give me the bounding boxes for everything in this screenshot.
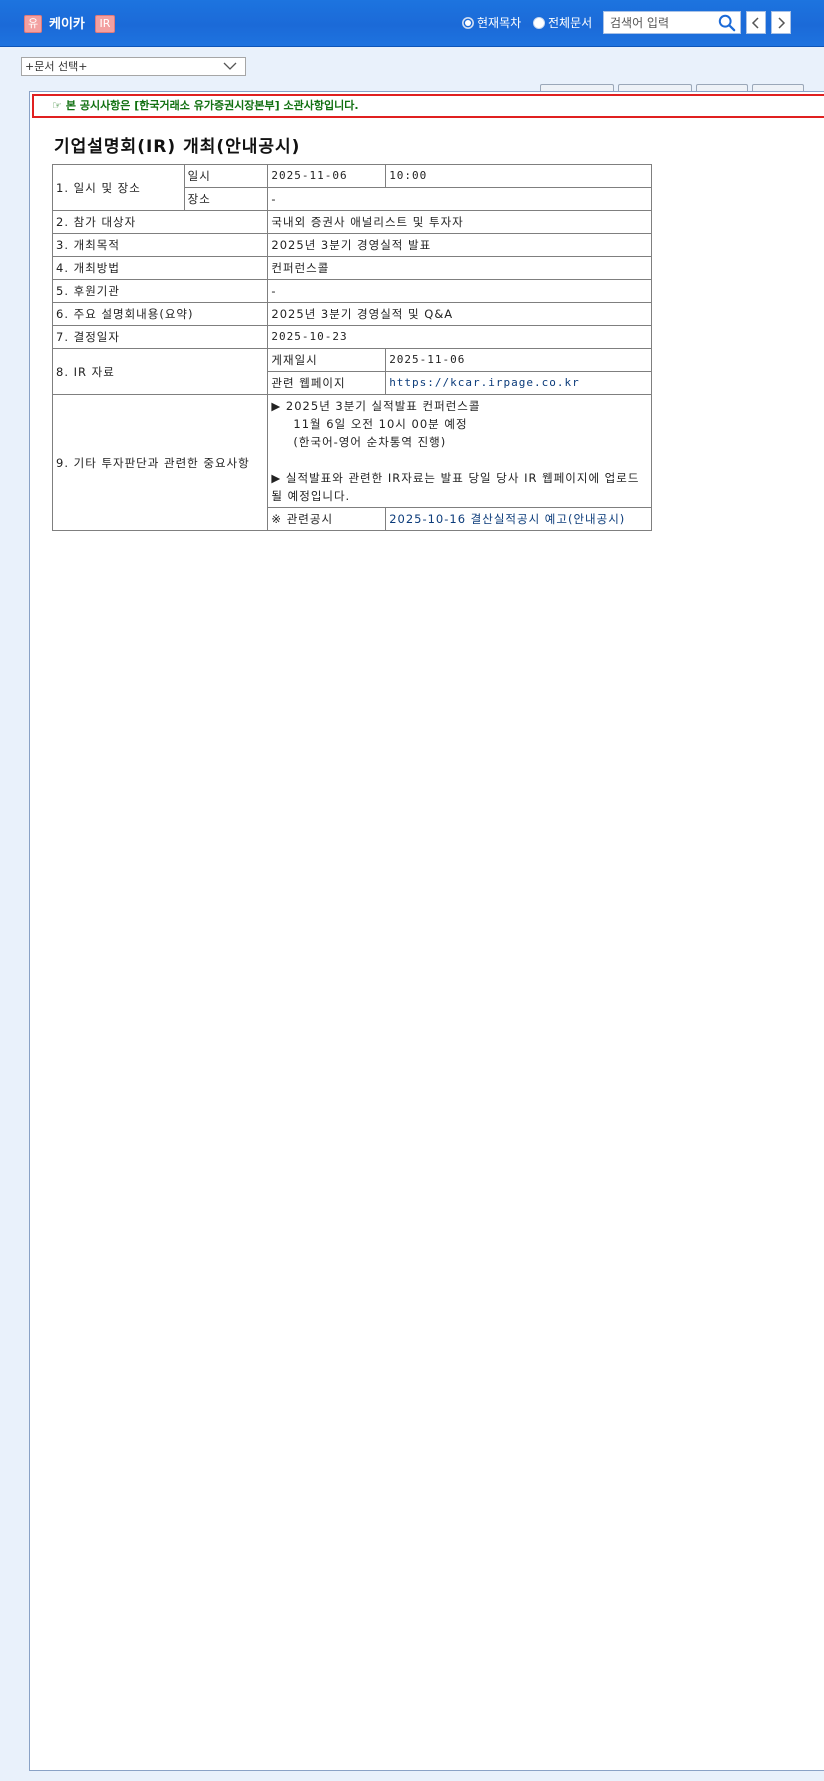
other-line-2: 11월 6일 오전 10시 00분 예정: [293, 417, 468, 431]
search-input[interactable]: [604, 12, 726, 33]
notice-banner: ☞ 본 공시사항은 [한국거래소 유가증권시장본부] 소관사항입니다.: [32, 94, 824, 118]
pointing-hand-icon: ☞: [52, 99, 62, 112]
radio-current-toc[interactable]: 현재목차: [462, 14, 521, 31]
table-row: 1. 일시 및 장소 일시 2025-11-06 10:00: [52, 164, 652, 211]
table-row: 4. 개최방법 컨퍼런스콜: [51, 256, 652, 280]
row-label-schedule: 1. 일시 및 장소: [52, 164, 185, 211]
search-box: [603, 11, 741, 34]
method-value: 컨퍼런스콜: [267, 256, 652, 280]
chevron-down-icon: [223, 62, 237, 70]
row-label-summary: 6. 주요 설명회내용(요약): [51, 302, 269, 326]
related-disclosure-link[interactable]: 2025-10-16 결산실적공시 예고(안내공시): [385, 507, 652, 531]
table-row: 6. 주요 설명회내용(요약) 2025년 3분기 경영실적 및 Q&A: [51, 302, 652, 326]
radio-current-label: 현재목차: [477, 16, 522, 30]
badge-listed-icon: 유: [24, 15, 42, 33]
row-label-method: 4. 개최방법: [51, 256, 269, 280]
doc-select-value: +문서 선택+: [25, 60, 88, 73]
disclosure-table: 1. 일시 및 장소 일시 2025-11-06 10:00 장소 - 2. 참…: [51, 164, 652, 531]
badge-ir-icon: IR: [95, 15, 115, 33]
radio-unchecked-icon[interactable]: [533, 16, 545, 29]
sponsor-value: -: [267, 279, 652, 303]
prev-button[interactable]: [746, 11, 766, 34]
chevron-right-icon: [778, 16, 786, 29]
row-label-other-matters: 9. 기타 투자판단과 관련한 중요사항: [51, 394, 269, 531]
sub-label-posting-date: 게재일시: [267, 348, 387, 372]
doc-select-dropdown[interactable]: +문서 선택+: [21, 57, 246, 76]
decision-date-value: 2025-10-23: [267, 325, 652, 349]
sub-label-place: 장소: [183, 187, 269, 211]
other-matters-value: ▶ 2025년 3분기 실적발표 컨퍼런스콜 11월 6일 오전 10시 00분…: [267, 394, 652, 508]
sub-label-webpage: 관련 웹페이지: [267, 371, 387, 395]
notice-text: 본 공시사항은 [한국거래소 유가증권시장본부] 소관사항입니다.: [65, 99, 359, 112]
document-viewer: ☞ 본 공시사항은 [한국거래소 유가증권시장본부] 소관사항입니다. 기업설명회…: [29, 91, 824, 1771]
other-line-1: ▶ 2025년 3분기 실적발표 컨퍼런스콜: [271, 399, 481, 413]
participants-value: 국내외 증권사 애널리스트 및 투자자: [267, 210, 652, 234]
next-button[interactable]: [771, 11, 791, 34]
event-place: -: [267, 187, 652, 211]
table-row: 2. 참가 대상자 국내외 증권사 애널리스트 및 투자자: [51, 210, 652, 234]
summary-value: 2025년 3분기 경영실적 및 Q&A: [267, 302, 652, 326]
table-row: 7. 결정일자 2025-10-23: [51, 325, 652, 349]
other-line-3: (한국어-영어 순차통역 진행): [293, 435, 447, 449]
search-icon[interactable]: [718, 14, 736, 32]
top-header: 유 케이카 IR 현재목차 전체문서: [0, 0, 824, 47]
other-line-4: ▶ 실적발표와 관련한 IR자료는 발표 당일 당사 IR 웹페이지에 업로드 …: [271, 471, 640, 503]
document-title: 기업설명회(IR) 개최(안내공시): [54, 137, 301, 157]
posting-date-value: 2025-11-06: [385, 348, 652, 372]
row-label-sponsor: 5. 후원기관: [51, 279, 269, 303]
chevron-left-icon: [751, 16, 759, 29]
sub-label-datetime: 일시: [183, 164, 269, 188]
row-label-participants: 2. 참가 대상자: [51, 210, 269, 234]
radio-checked-icon[interactable]: [462, 16, 474, 29]
radio-all-label: 전체문서: [548, 16, 593, 30]
row-label-ir-materials: 8. IR 자료: [51, 348, 269, 395]
ir-webpage-link[interactable]: https://kcar.irpage.co.kr: [385, 371, 652, 395]
table-row: 9. 기타 투자판단과 관련한 중요사항 ▶ 2025년 3분기 실적발표 컨퍼…: [51, 394, 652, 531]
table-row: 5. 후원기관 -: [51, 279, 652, 303]
radio-all-docs[interactable]: 전체문서: [533, 14, 592, 31]
event-date: 2025-11-06: [267, 164, 387, 188]
event-time: 10:00: [385, 164, 652, 188]
row-label-decision-date: 7. 결정일자: [51, 325, 269, 349]
row-label-purpose: 3. 개최목적: [51, 233, 269, 257]
purpose-value: 2025년 3분기 경영실적 발표: [267, 233, 652, 257]
sub-label-related: ※ 관련공시: [267, 507, 387, 531]
table-row: 8. IR 자료 게재일시 2025-11-06: [51, 348, 652, 395]
company-name: 케이카: [49, 17, 85, 32]
table-row: 3. 개최목적 2025년 3분기 경영실적 발표: [51, 233, 652, 257]
